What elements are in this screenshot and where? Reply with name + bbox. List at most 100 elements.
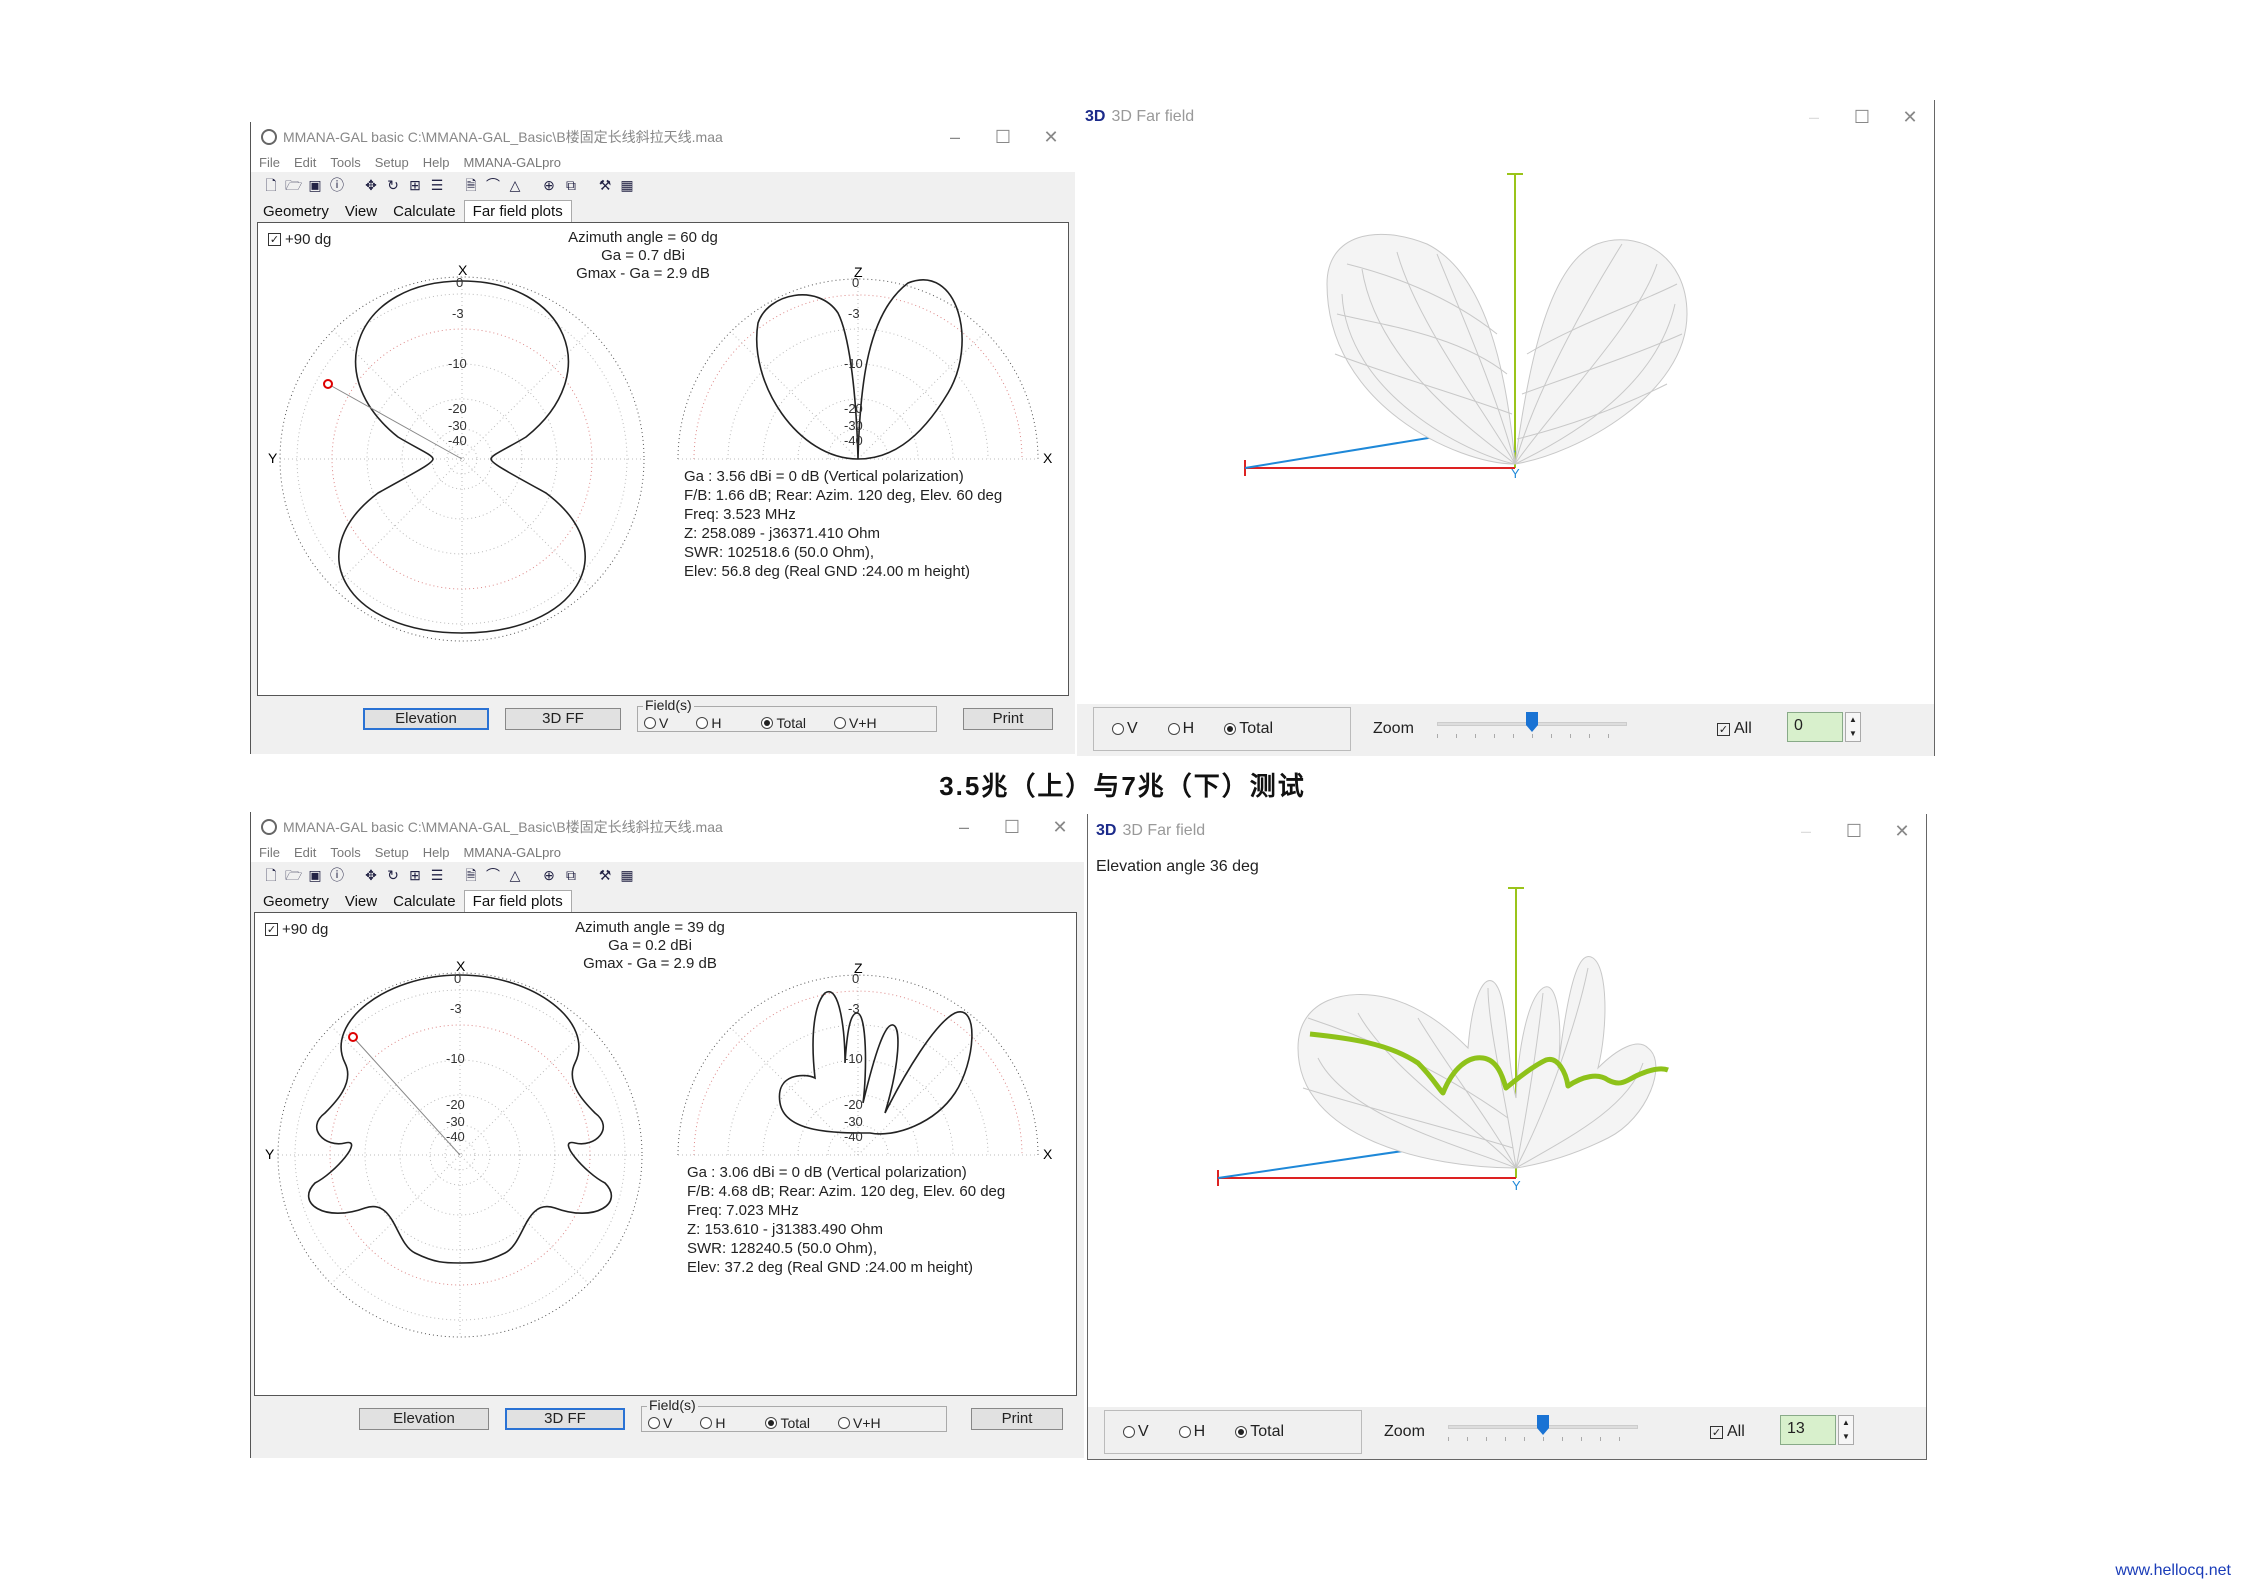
- all-checkbox[interactable]: ✓ All: [1717, 720, 1752, 738]
- plus90-checkbox[interactable]: ✓ +90 dg: [268, 231, 331, 248]
- zoom-slider-thumb[interactable]: [1537, 1415, 1549, 1435]
- tools-icon[interactable]: ⚒: [597, 867, 613, 883]
- new-file-icon[interactable]: 🗋: [263, 177, 279, 193]
- plus90-checkbox[interactable]: ✓ +90 dg: [265, 921, 328, 938]
- wires-icon[interactable]: ☰: [429, 177, 445, 193]
- open-folder-icon[interactable]: 🗁: [285, 177, 302, 193]
- ff-window-title: 3D Far field: [1111, 108, 1195, 125]
- save-icon[interactable]: ▣: [307, 867, 323, 883]
- ff-total-radio[interactable]: Total: [1235, 1423, 1284, 1441]
- menu-file[interactable]: File: [259, 845, 280, 860]
- minimize-icon[interactable]: –: [940, 817, 988, 838]
- tab-geometry[interactable]: Geometry: [255, 201, 337, 222]
- triangle-icon[interactable]: △: [507, 177, 523, 193]
- target-icon[interactable]: ⊕: [541, 177, 557, 193]
- print-button[interactable]: Print: [971, 1408, 1063, 1430]
- elevation-button[interactable]: Elevation: [359, 1408, 489, 1430]
- elevation-button[interactable]: Elevation: [363, 708, 489, 730]
- calculator-icon[interactable]: ▦: [619, 867, 635, 883]
- value-input[interactable]: 0: [1787, 712, 1843, 742]
- menu-edit[interactable]: Edit: [294, 155, 316, 170]
- checkbox-checked-icon[interactable]: ✓: [265, 923, 278, 936]
- close-icon[interactable]: ✕: [1878, 821, 1926, 842]
- maximize-icon[interactable]: ☐: [979, 127, 1027, 148]
- tab-view[interactable]: View: [337, 891, 385, 912]
- field-vh-radio[interactable]: V+H: [838, 1415, 881, 1431]
- minimize-icon[interactable]: –: [1782, 821, 1830, 842]
- chart-icon[interactable]: ⌒: [485, 867, 501, 883]
- menu-tools[interactable]: Tools: [330, 845, 360, 860]
- maximize-icon[interactable]: ☐: [1838, 107, 1886, 128]
- menu-tools[interactable]: Tools: [330, 155, 360, 170]
- ff-3d-canvas[interactable]: Elevation angle 36 deg Y: [1088, 848, 1926, 1408]
- zoom-slider-thumb[interactable]: [1526, 712, 1538, 732]
- close-icon[interactable]: ✕: [1027, 127, 1075, 148]
- save-icon[interactable]: ▣: [307, 177, 323, 193]
- value-input[interactable]: 13: [1780, 1415, 1836, 1445]
- maximize-icon[interactable]: ☐: [988, 817, 1036, 838]
- checkbox-checked-icon[interactable]: ✓: [1710, 1425, 1723, 1439]
- zoom-icon[interactable]: ⊞: [407, 867, 423, 883]
- minimize-icon[interactable]: –: [1790, 107, 1838, 128]
- document-icon[interactable]: 🗎: [463, 867, 479, 883]
- menu-edit[interactable]: Edit: [294, 845, 316, 860]
- move-icon[interactable]: ✥: [363, 177, 379, 193]
- tools-icon[interactable]: ⚒: [597, 177, 613, 193]
- tab-far-field-plots[interactable]: Far field plots: [463, 890, 572, 912]
- chart-icon[interactable]: ⌒: [485, 177, 501, 193]
- menu-help[interactable]: Help: [423, 845, 450, 860]
- triangle-icon[interactable]: △: [507, 867, 523, 883]
- calculator-icon[interactable]: ▦: [619, 177, 635, 193]
- 3d-ff-button[interactable]: 3D FF: [505, 1408, 625, 1430]
- ff-h-radio[interactable]: H: [1178, 1423, 1205, 1441]
- copy-icon[interactable]: ⧉: [563, 177, 579, 193]
- rotate-icon[interactable]: ↻: [385, 177, 401, 193]
- info-icon[interactable]: ⓘ: [329, 177, 345, 193]
- menu-help[interactable]: Help: [423, 155, 450, 170]
- field-h-radio[interactable]: H: [700, 1415, 725, 1431]
- checkbox-checked-icon[interactable]: ✓: [268, 233, 281, 246]
- zoom-icon[interactable]: ⊞: [407, 177, 423, 193]
- maximize-icon[interactable]: ☐: [1830, 821, 1878, 842]
- menu-file[interactable]: File: [259, 155, 280, 170]
- field-total-radio[interactable]: Total: [761, 715, 806, 731]
- menu-setup[interactable]: Setup: [375, 155, 409, 170]
- all-checkbox[interactable]: ✓ All: [1710, 1423, 1745, 1441]
- close-icon[interactable]: ✕: [1036, 817, 1084, 838]
- menu-setup[interactable]: Setup: [375, 845, 409, 860]
- menu-mmana-galpro[interactable]: MMANA-GALpro: [463, 845, 561, 860]
- 3d-ff-button[interactable]: 3D FF: [505, 708, 621, 730]
- tab-calculate[interactable]: Calculate: [385, 891, 464, 912]
- ff-v-radio[interactable]: V: [1112, 720, 1138, 738]
- field-h-radio[interactable]: H: [696, 715, 721, 731]
- minimize-icon[interactable]: –: [931, 127, 979, 148]
- ff-total-radio[interactable]: Total: [1224, 720, 1273, 738]
- print-button[interactable]: Print: [963, 708, 1053, 730]
- ff-v-radio[interactable]: V: [1123, 1423, 1149, 1441]
- field-vh-radio[interactable]: V+H: [834, 715, 877, 731]
- wires-icon[interactable]: ☰: [429, 867, 445, 883]
- new-file-icon[interactable]: 🗋: [263, 867, 279, 883]
- spin-buttons[interactable]: ▲ ▼: [1845, 712, 1861, 742]
- open-folder-icon[interactable]: 🗁: [285, 867, 302, 883]
- polar-plots: X Y 0 -3 -10 -20 -30 -40 Z X 0 -3 -10 -2…: [268, 262, 1053, 642]
- field-total-radio[interactable]: Total: [765, 1415, 810, 1431]
- info-icon[interactable]: ⓘ: [329, 867, 345, 883]
- target-icon[interactable]: ⊕: [541, 867, 557, 883]
- ff-h-radio[interactable]: H: [1167, 720, 1194, 738]
- tab-far-field-plots[interactable]: Far field plots: [463, 200, 572, 222]
- tab-geometry[interactable]: Geometry: [255, 891, 337, 912]
- checkbox-checked-icon[interactable]: ✓: [1717, 722, 1730, 736]
- field-v-radio[interactable]: V: [648, 1415, 672, 1431]
- copy-icon[interactable]: ⧉: [563, 867, 579, 883]
- tab-view[interactable]: View: [337, 201, 385, 222]
- tab-calculate[interactable]: Calculate: [385, 201, 464, 222]
- field-v-radio[interactable]: V: [644, 715, 668, 731]
- ff-3d-canvas[interactable]: Y: [1077, 134, 1934, 704]
- close-icon[interactable]: ✕: [1886, 107, 1934, 128]
- document-icon[interactable]: 🗎: [463, 177, 479, 193]
- spin-buttons[interactable]: ▲ ▼: [1838, 1415, 1854, 1445]
- move-icon[interactable]: ✥: [363, 867, 379, 883]
- menu-mmana-galpro[interactable]: MMANA-GALpro: [463, 155, 561, 170]
- rotate-icon[interactable]: ↻: [385, 867, 401, 883]
